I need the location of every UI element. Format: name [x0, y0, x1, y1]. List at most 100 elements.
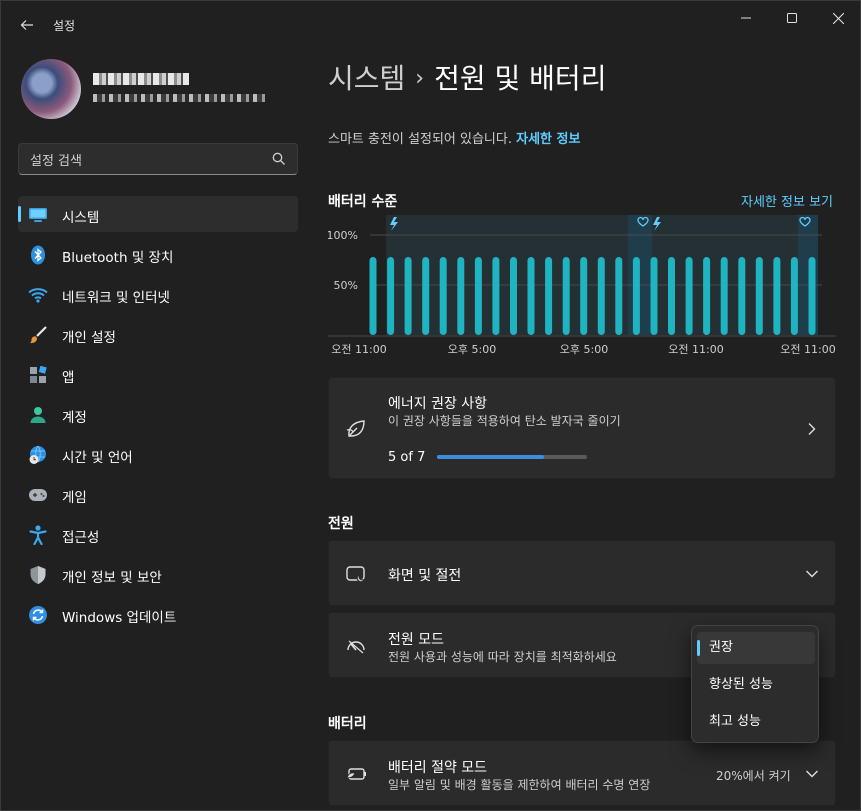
maximize-button[interactable]	[769, 1, 815, 35]
battery-bar	[545, 257, 553, 335]
battery-saver-subtitle: 일부 알림 및 배경 활동을 제한하여 배터리 수명 연장	[388, 778, 651, 792]
sidebar-item-label: 계정	[62, 410, 87, 426]
sidebar-item-label: 개인 설정	[62, 330, 116, 346]
system-icon	[28, 205, 48, 225]
breadcrumb-separator: ›	[415, 66, 425, 91]
battery-bar	[615, 257, 623, 335]
battery-saver-card[interactable]: 배터리 절약 모드 일부 알림 및 배경 활동을 제한하여 배터리 수명 연장 …	[328, 740, 836, 806]
gamepad-icon	[28, 485, 48, 505]
leaf-icon	[346, 420, 365, 437]
sidebar-item-label: 접근성	[62, 530, 100, 546]
wifi-icon	[28, 285, 48, 305]
energy-subtitle: 이 권장 사항들을 적용하여 탄소 발자국 줄이기	[388, 414, 621, 428]
energy-recommendations-card[interactable]: 에너지 권장 사항 이 권장 사항들을 적용하여 탄소 발자국 줄이기 5 of…	[328, 377, 836, 479]
y-tick-50: 50%	[334, 279, 358, 292]
battery-level-title: 배터리 수준	[328, 194, 398, 210]
battery-bar	[703, 257, 711, 335]
sidebar-item-label: Windows 업데이트	[62, 610, 177, 626]
update-icon	[28, 605, 48, 625]
account-icon	[28, 405, 48, 425]
notice-learn-more-link[interactable]: 자세한 정보	[516, 132, 580, 147]
battery-saver-title: 배터리 절약 모드	[388, 760, 488, 776]
power-mode-title: 전원 모드	[388, 632, 444, 648]
x-tick: 오후 5:00	[448, 343, 496, 356]
energy-progress-text: 5 of 7	[388, 450, 426, 465]
battery-bar	[720, 257, 728, 335]
power-mode-option-better-performance[interactable]: 향상된 성능	[697, 669, 815, 701]
chevron-down-icon[interactable]	[805, 567, 819, 581]
sidebar-item-label: 시간 및 언어	[62, 450, 133, 466]
power-mode-dropdown: 권장 향상된 성능 최고 성능	[691, 625, 819, 743]
battery-bar	[773, 257, 781, 335]
battery-level-chart: 100% 50% 오전 11:00 오후 5:00 오후 5:00 오전 11:…	[328, 211, 836, 361]
sidebar-item-accessibility[interactable]: 접근성	[18, 516, 298, 552]
sidebar-item-network[interactable]: 네트워크 및 인터넷	[18, 276, 298, 312]
profile-email-redacted	[93, 94, 265, 102]
profile-name-redacted	[93, 73, 189, 85]
chevron-down-icon[interactable]	[805, 767, 819, 781]
power-section-title: 전원	[328, 516, 354, 532]
screen-sleep-card[interactable]: 화면 및 절전	[328, 540, 836, 606]
battery-bar	[808, 257, 816, 335]
battery-bar	[650, 257, 658, 335]
sidebar-item-time-language[interactable]: 시간 및 언어	[18, 436, 298, 472]
chart-highlight-band	[628, 215, 652, 335]
battery-saver-threshold[interactable]: 20%에서 켜기	[716, 767, 791, 784]
window-title: 설정	[53, 19, 76, 33]
minimize-button[interactable]	[723, 1, 769, 35]
sidebar-item-privacy[interactable]: 개인 정보 및 보안	[18, 556, 298, 592]
sidebar-item-windows-update[interactable]: Windows 업데이트	[18, 596, 298, 632]
avatar[interactable]	[21, 59, 81, 119]
x-tick: 오전 11:00	[331, 343, 386, 356]
battery-bar	[632, 257, 640, 335]
energy-progress-bar	[437, 455, 587, 459]
sidebar-item-personalization[interactable]: 개인 설정	[18, 316, 298, 352]
battery-bar	[685, 257, 693, 335]
y-tick-100: 100%	[328, 229, 358, 242]
sidebar-item-apps[interactable]: 앱	[18, 356, 298, 392]
close-icon	[832, 12, 844, 24]
screen-sleep-title: 화면 및 절전	[388, 568, 462, 584]
sidebar-item-gaming[interactable]: 게임	[18, 476, 298, 512]
apps-icon	[28, 365, 48, 385]
battery-bar	[369, 257, 377, 335]
sidebar-item-bluetooth[interactable]: Bluetooth 및 장치	[18, 236, 298, 272]
sidebar-item-label: 앱	[62, 370, 75, 386]
sidebar-item-system[interactable]: 시스템	[18, 196, 298, 232]
battery-details-link[interactable]: 자세한 정보 보기	[741, 191, 833, 210]
sidebar-item-label: 개인 정보 및 보안	[62, 570, 162, 586]
battery-bar	[580, 257, 588, 335]
battery-bar	[755, 257, 763, 335]
globe-clock-icon	[28, 445, 48, 465]
back-arrow-icon	[20, 20, 33, 30]
battery-bar	[422, 257, 430, 335]
battery-bar	[387, 257, 395, 335]
battery-bar	[790, 257, 798, 335]
minimize-icon	[741, 17, 751, 19]
sidebar-item-accounts[interactable]: 계정	[18, 396, 298, 432]
close-button[interactable]	[815, 1, 861, 35]
battery-bar	[527, 257, 535, 335]
breadcrumb: 시스템 › 전원 및 배터리	[328, 57, 606, 97]
battery-section-title: 배터리	[328, 716, 367, 732]
battery-bar	[474, 257, 482, 335]
smart-charging-notice: 스마트 충전이 설정되어 있습니다. 자세한 정보	[328, 128, 580, 147]
search-icon	[272, 152, 285, 165]
power-mode-option-recommended[interactable]: 권장	[697, 632, 815, 664]
battery-bar	[597, 257, 605, 335]
battery-saver-icon	[346, 768, 366, 780]
breadcrumb-parent[interactable]: 시스템	[328, 62, 405, 95]
battery-bar	[668, 257, 675, 335]
battery-chart-svg: 100% 50% 오전 11:00 오후 5:00 오후 5:00 오전 11:…	[328, 215, 836, 356]
power-mode-subtitle: 전원 사용과 성능에 따라 장치를 최적화하세요	[388, 650, 617, 664]
x-tick: 오전 11:00	[780, 343, 835, 356]
search-input[interactable]: 설정 검색	[30, 150, 82, 169]
power-mode-gauge-icon	[347, 640, 365, 654]
page-title: 전원 및 배터리	[434, 62, 607, 95]
battery-bar	[562, 257, 570, 335]
brush-icon	[28, 325, 48, 345]
back-button[interactable]	[15, 13, 39, 37]
power-mode-option-best-performance[interactable]: 최고 성능	[697, 706, 815, 738]
bluetooth-icon	[28, 245, 48, 265]
search-box[interactable]: 설정 검색	[18, 143, 298, 175]
